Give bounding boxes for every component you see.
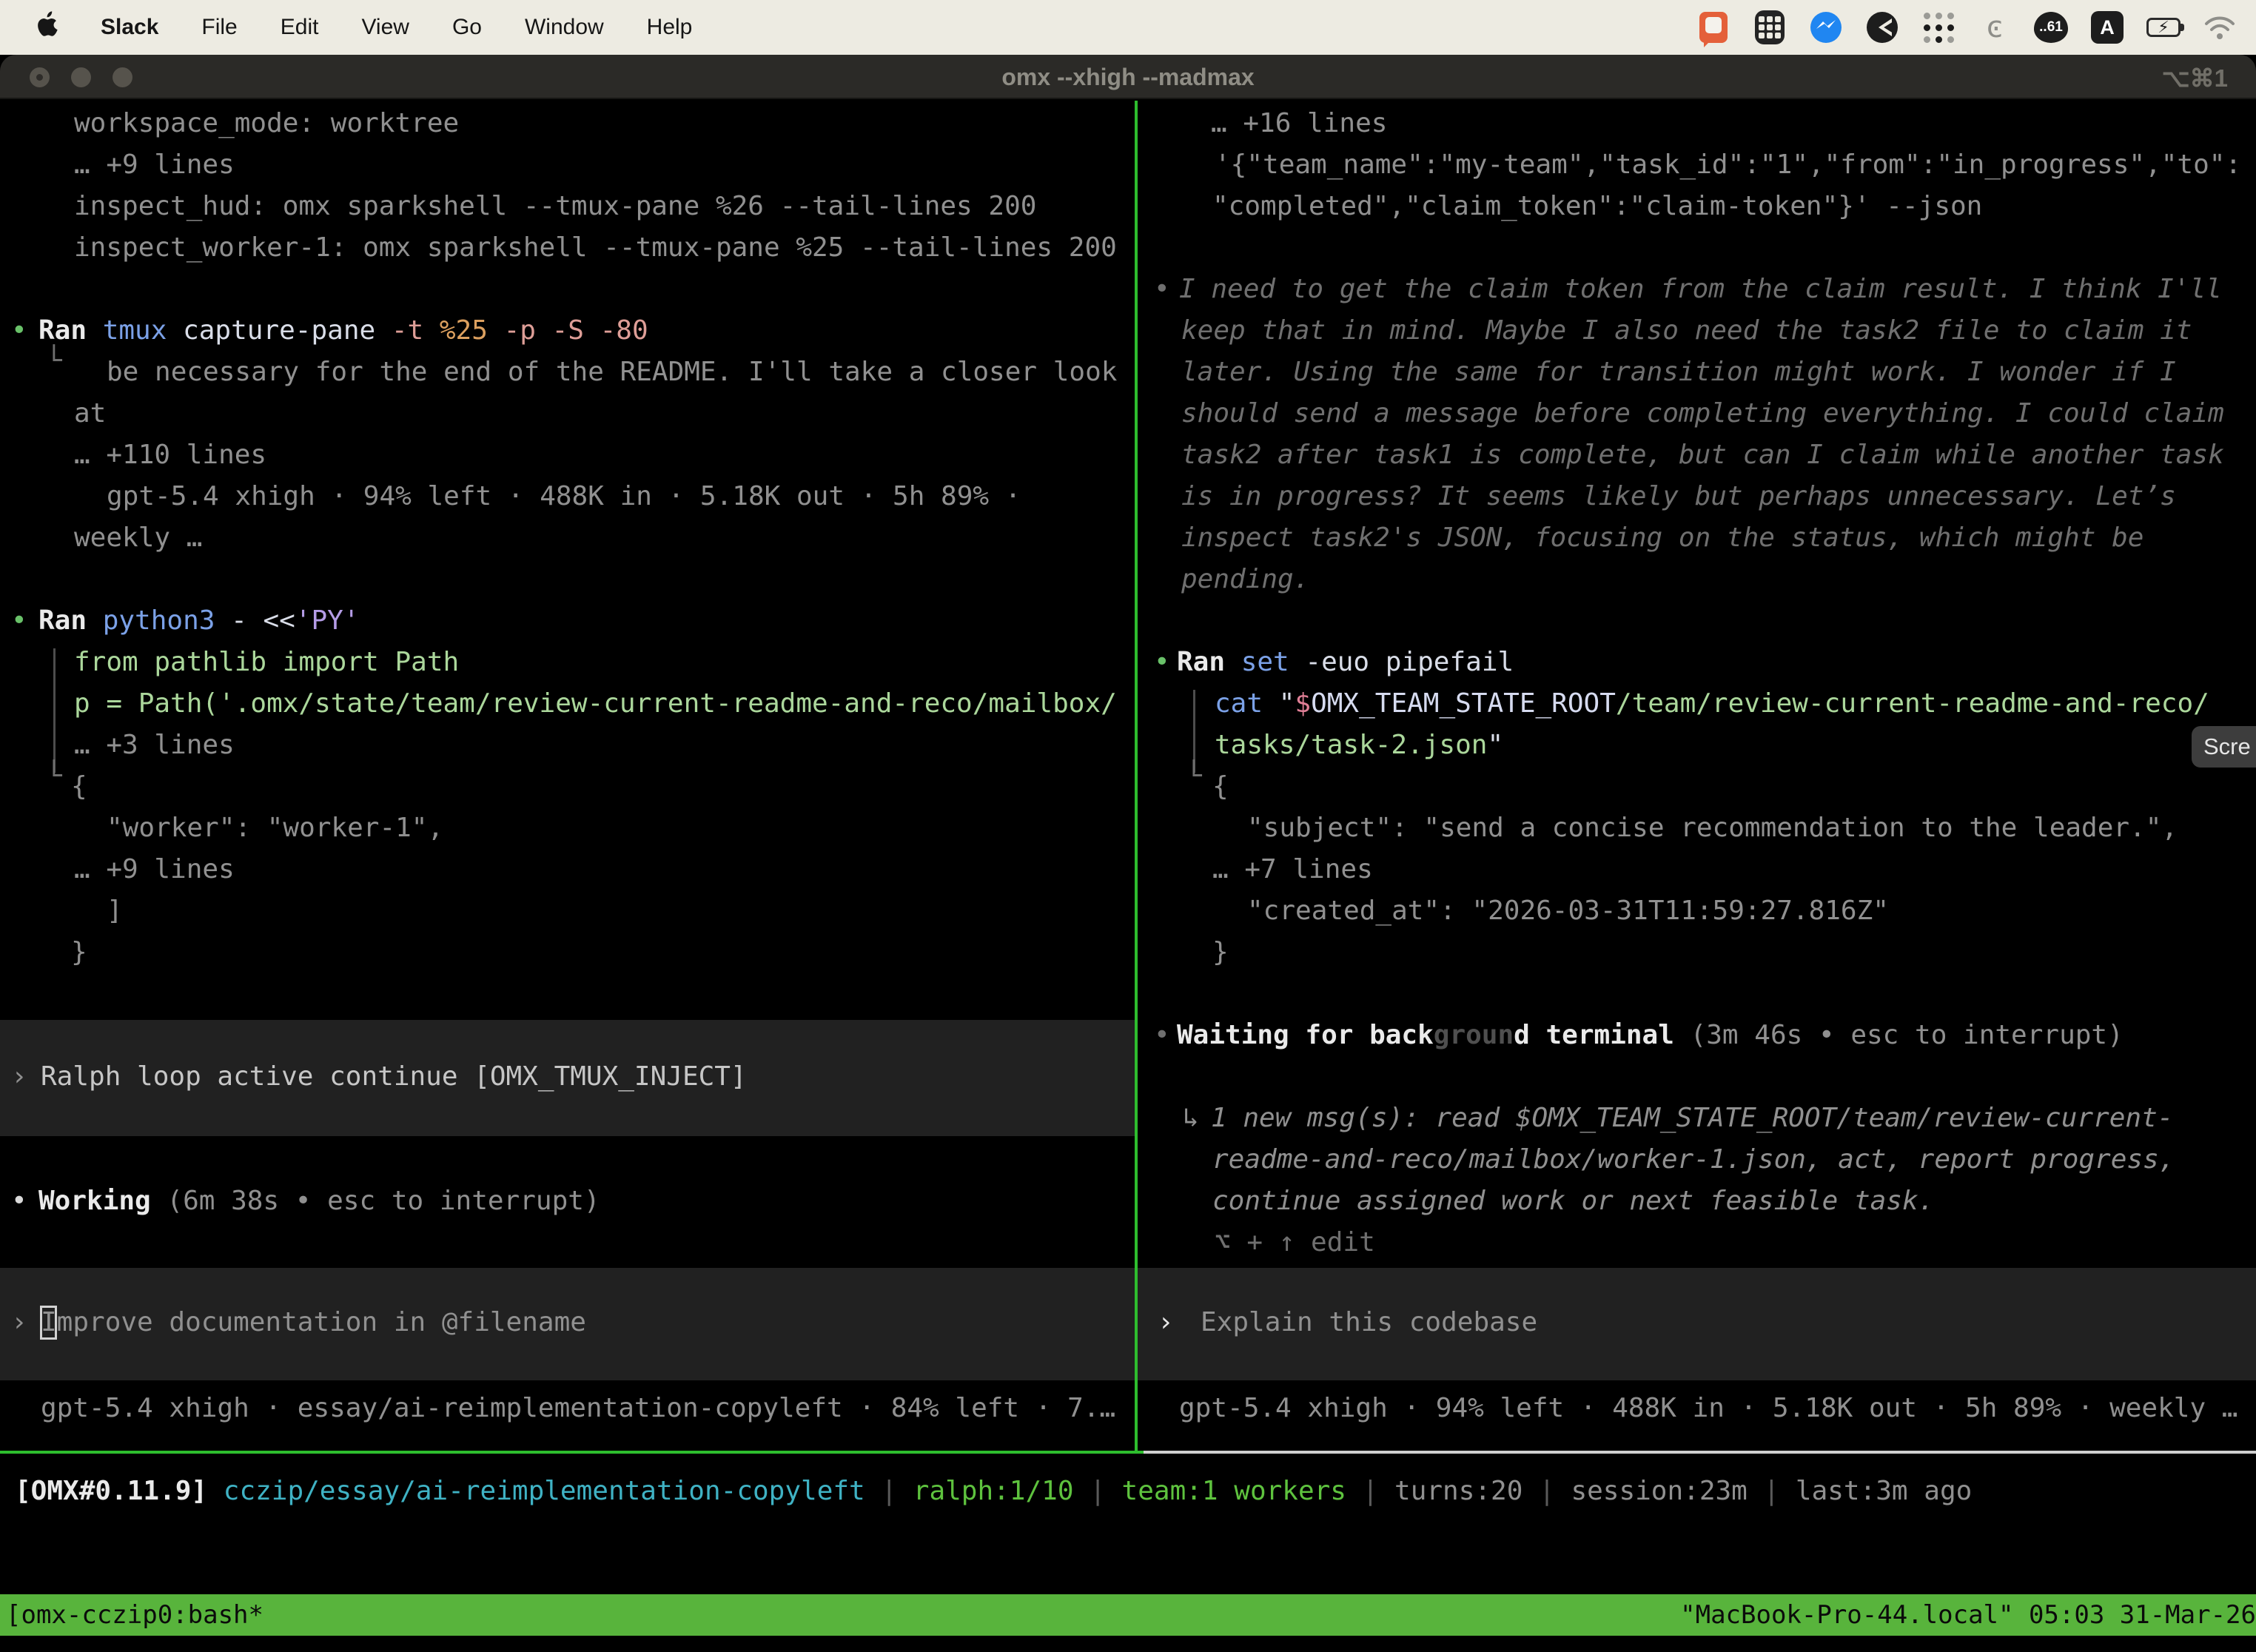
output-line: gpt-5.4 xhigh · 94% left · 488K in · 5.1… xyxy=(107,476,1021,517)
window-title: omx --xhigh --madmax xyxy=(0,64,2256,91)
pane-border-inactive xyxy=(1144,1451,2256,1454)
command-line: cat "$OMX_TEAM_STATE_ROOT/team/review-cu… xyxy=(1215,683,2209,725)
bullet-icon: • xyxy=(1154,642,1170,683)
window-shortcut-badge: ⌥⌘1 xyxy=(2162,64,2228,93)
output-line: ] xyxy=(107,890,123,932)
bullet-icon: • xyxy=(11,600,27,642)
omx-hud-statusline: [OMX#0.11.9] cczip/essay/ai-reimplementa… xyxy=(15,1471,1972,1512)
thinking-line: task2 after task1 is complete, but can I… xyxy=(1181,434,2224,476)
wifi-icon[interactable] xyxy=(2203,10,2237,45)
message-line: readme-and-reco/mailbox/worker-1.json, a… xyxy=(1212,1139,2175,1181)
tmux-status-bar: [omx-cczip0:bash* "MacBook-Pro-44.local"… xyxy=(0,1594,2256,1636)
output-line: at xyxy=(74,393,106,434)
screen-recording-icon[interactable] xyxy=(1696,10,1730,45)
command-line: Ran python3 - <<'PY' xyxy=(38,600,360,642)
model-status-line: gpt-5.4 xhigh · 94% left · 488K in · 5.1… xyxy=(1179,1388,2237,1429)
output-line: … +7 lines xyxy=(1212,849,1373,890)
thinking-line: should send a message before completing … xyxy=(1181,393,2224,434)
window-titlebar: omx --xhigh --madmax ⌥⌘1 xyxy=(0,55,2256,99)
chat-input-left[interactable]: › Improve documentation in @filename xyxy=(0,1268,1135,1380)
terminal-window: omx --xhigh --madmax ⌥⌘1 workspace_mode:… xyxy=(0,55,2256,1652)
hook-utility-icon[interactable]: ͼ xyxy=(1978,10,2012,45)
menu-item-edit[interactable]: Edit xyxy=(281,15,319,40)
menu-item-window[interactable]: Window xyxy=(525,15,604,40)
code-line: p = Path('.omx/state/team/review-current… xyxy=(74,683,1117,725)
message-line: 1 new msg(s): read $OMX_TEAM_STATE_ROOT/… xyxy=(1211,1098,2173,1139)
bullet-icon: • xyxy=(11,310,27,352)
bullet-icon: • xyxy=(1154,1015,1170,1056)
command-line: Ran tmux capture-pane -t %25 -p -S -80 xyxy=(38,310,648,352)
input-placeholder: Improve documentation in @filename xyxy=(41,1302,586,1343)
grid-shield-icon[interactable] xyxy=(1753,10,1787,45)
chevron-app-icon[interactable] xyxy=(1865,10,1899,45)
log-line: workspace_mode: worktree xyxy=(74,103,459,144)
output-line: … +110 lines xyxy=(74,434,266,476)
output-line: { xyxy=(71,766,87,807)
menu-item-view[interactable]: View xyxy=(361,15,409,40)
output-line: weekly … xyxy=(74,517,202,559)
thinking-line: later. Using the same for transition mig… xyxy=(1181,352,2176,393)
output-corner-icon: └ xyxy=(1186,756,1202,797)
chat-input-right[interactable]: › Explain this codebase xyxy=(1138,1268,2256,1380)
menu-item-help[interactable]: Help xyxy=(647,15,693,40)
menu-bar: Slack File Edit View Go Window Help ͼ ..… xyxy=(0,0,2256,55)
log-line: inspect_hud: omx sparkshell --tmux-pane … xyxy=(74,186,1036,227)
prompt-chevron-icon: › xyxy=(11,1056,27,1098)
working-status-line: • xyxy=(11,1181,27,1222)
terminal-content[interactable]: workspace_mode: worktree … +9 lines insp… xyxy=(0,101,2256,1652)
thinking-line: inspect task2's JSON, focusing on the st… xyxy=(1181,517,2143,559)
output-corner-icon: └ xyxy=(46,340,62,382)
menu-app-name[interactable]: Slack xyxy=(101,15,158,40)
output-line: } xyxy=(1212,932,1229,973)
output-line: be necessary for the end of the README. … xyxy=(107,352,1117,393)
message-line: continue assigned work or next feasible … xyxy=(1212,1181,1934,1222)
apple-menu-icon[interactable] xyxy=(36,11,58,44)
log-line: … +9 lines xyxy=(74,144,235,186)
menu-item-file[interactable]: File xyxy=(201,15,237,40)
code-line: from pathlib import Path xyxy=(74,642,459,683)
battery-icon[interactable]: ⚡ xyxy=(2146,10,2181,45)
pane-border-active xyxy=(0,1451,1144,1454)
model-status-line: gpt-5.4 xhigh · essay/ai-reimplementatio… xyxy=(41,1388,1115,1429)
output-line: … +9 lines xyxy=(74,849,235,890)
code-more-line: … +3 lines xyxy=(74,725,235,766)
thinking-line: pending. xyxy=(1181,559,1309,600)
injected-prompt-text: Ralph loop active continue [OMX_TMUX_INJ… xyxy=(41,1056,747,1098)
prompt-chevron-icon: › xyxy=(1158,1302,1174,1343)
output-line: "created_at": "2026-03-31T11:59:27.816Z" xyxy=(1247,890,1889,932)
injected-prompt-box[interactable]: › Ralph loop active continue [OMX_TMUX_I… xyxy=(0,1020,1135,1136)
output-line: } xyxy=(71,932,87,973)
tmux-session-name[interactable]: [omx-cczip0:bash* xyxy=(6,1594,263,1636)
screen-share-tooltip: Scre xyxy=(2192,726,2256,768)
pane-divider[interactable] xyxy=(1135,101,1138,1454)
output-line: { xyxy=(1212,766,1229,807)
reply-arrow-icon: ↳ xyxy=(1183,1098,1199,1139)
waiting-status-text: Waiting for background terminal (3m 46s … xyxy=(1177,1015,2124,1056)
badge-61-icon[interactable]: ..61 xyxy=(2034,10,2068,45)
thinking-line: I need to get the claim token from the c… xyxy=(1179,269,2222,310)
output-line: "subject": "send a concise recommendatio… xyxy=(1247,807,2178,849)
log-line: … +16 lines xyxy=(1211,103,1387,144)
working-status-text: Working (6m 38s • esc to interrupt) xyxy=(38,1181,600,1222)
log-line: '{"team_name":"my-team","task_id":"1","f… xyxy=(1215,144,2241,186)
a-badge-icon[interactable]: A xyxy=(2090,10,2124,45)
messenger-icon[interactable] xyxy=(1809,10,1843,45)
command-line: tasks/task-2.json" xyxy=(1215,725,1503,766)
tmux-host-clock: "MacBook-Pro-44.local" 05:03 31-Mar-26 xyxy=(1680,1594,2256,1636)
log-line: "completed","claim_token":"claim-token"}… xyxy=(1212,186,1982,227)
thinking-line: is in progress? It seems likely but perh… xyxy=(1181,476,2176,517)
prompt-chevron-icon: › xyxy=(11,1302,27,1343)
thinking-line: keep that in mind. Maybe I also need the… xyxy=(1181,310,2192,352)
bullet-icon: • xyxy=(1154,269,1170,310)
text-cursor xyxy=(40,1306,57,1340)
output-corner-icon: └ xyxy=(46,756,62,797)
log-line: inspect_worker-1: omx sparkshell --tmux-… xyxy=(74,227,1117,269)
code-gutter-line xyxy=(53,648,56,773)
dots-grid-icon[interactable] xyxy=(1921,10,1955,45)
output-line: "worker": "worker-1", xyxy=(107,807,443,849)
menu-item-go[interactable]: Go xyxy=(452,15,482,40)
edit-hint: ⌥ + ↑ edit xyxy=(1215,1222,1375,1263)
input-placeholder: Explain this codebase xyxy=(1201,1302,1537,1343)
command-line: Ran set -euo pipefail xyxy=(1177,642,1514,683)
